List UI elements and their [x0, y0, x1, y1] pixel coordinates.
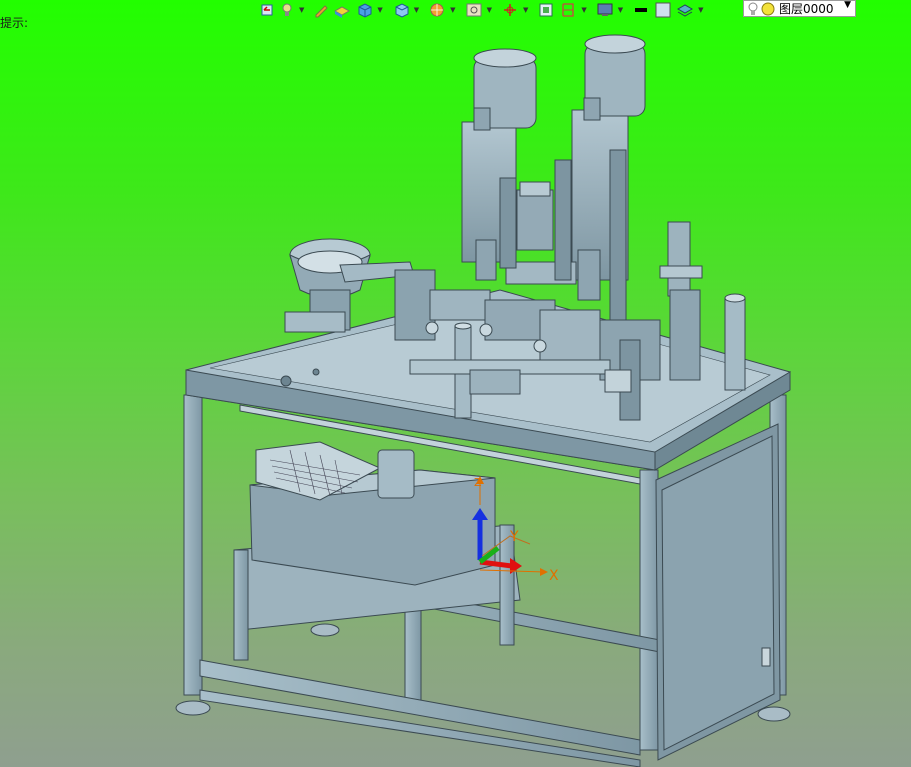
- cylinder-end: [479, 323, 493, 337]
- cylinder-tower: [667, 221, 691, 297]
- tower-clamp: [659, 265, 703, 279]
- cylinder-end: [533, 339, 547, 353]
- motor-cap: [473, 48, 537, 68]
- foot: [310, 623, 340, 637]
- door-handle: [761, 647, 771, 667]
- servo-motor: [516, 189, 554, 251]
- motor-neck: [473, 107, 491, 131]
- frame-leg: [639, 469, 659, 751]
- axis-z-label: Z: [474, 476, 482, 489]
- table-hole: [312, 368, 320, 376]
- spindle-shaft: [475, 239, 497, 281]
- guide-plate: [499, 177, 517, 269]
- mechanism-block: [539, 309, 601, 361]
- slide-rail: [429, 289, 491, 321]
- motor-cap: [584, 34, 646, 54]
- cad-viewport[interactable]: X Y Z: [0, 0, 911, 767]
- axis-x-label: X: [549, 568, 559, 584]
- foot: [175, 700, 211, 716]
- tube-top: [454, 322, 472, 330]
- tube-top: [724, 293, 746, 303]
- guide-plate: [554, 159, 572, 281]
- spindle-shaft: [577, 249, 601, 301]
- motor-neck: [583, 97, 601, 121]
- table-hole: [280, 375, 292, 387]
- cylinder-end: [425, 321, 439, 335]
- tube: [724, 297, 746, 391]
- frame-leg: [183, 394, 203, 696]
- mechanism-block: [469, 369, 521, 395]
- tower-base: [669, 289, 701, 381]
- chute-pipe: [377, 449, 415, 499]
- foot: [757, 706, 791, 722]
- frame-post: [233, 549, 249, 661]
- guide-plate: [609, 149, 627, 321]
- machine-model: [175, 34, 792, 767]
- mechanism-block: [604, 369, 632, 393]
- slide-rail: [284, 311, 346, 333]
- axis-y-label: Y: [509, 529, 519, 545]
- side-panel-inner: [661, 435, 775, 751]
- servo-top: [519, 181, 551, 197]
